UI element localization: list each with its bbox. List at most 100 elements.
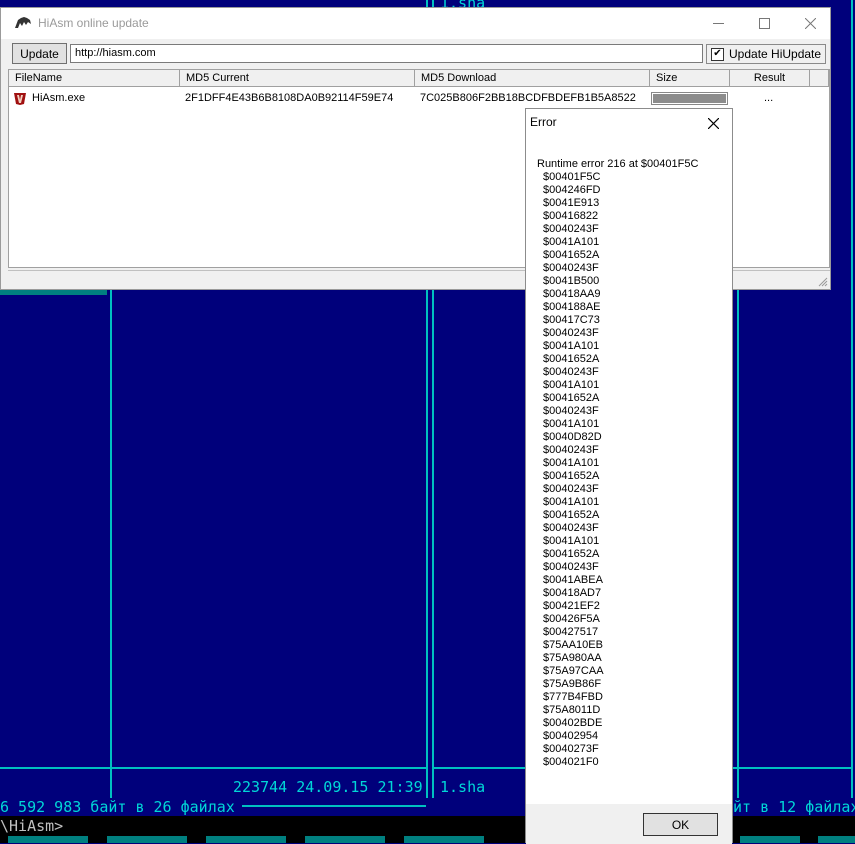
function-key[interactable] bbox=[305, 836, 385, 843]
stack-trace-address: $0040243F bbox=[543, 444, 599, 456]
stack-trace-address: $0041652A bbox=[543, 548, 600, 560]
cell-md5-download: 7C025B806F2BB18BCDFBDEFB1B5A8522 bbox=[420, 92, 636, 104]
function-key[interactable] bbox=[8, 836, 88, 843]
stack-trace-address: $00417C73 bbox=[543, 314, 600, 326]
stack-trace-address: $0041ABEA bbox=[543, 574, 603, 586]
checkbox-label: Update HiUpdate bbox=[729, 47, 822, 61]
panel-separator bbox=[733, 767, 851, 769]
panel-divider bbox=[110, 290, 112, 798]
file-info-line: 223744 24.09.15 21:39 bbox=[233, 778, 423, 796]
stack-trace-address: $0041A101 bbox=[543, 535, 600, 547]
function-key[interactable] bbox=[740, 836, 800, 843]
download-progress-bar bbox=[651, 92, 728, 105]
update-button[interactable]: Update bbox=[12, 43, 67, 64]
stack-trace-address: $00426F5A bbox=[543, 613, 600, 625]
error-message: Runtime error 216 at $00401F5C bbox=[537, 158, 699, 170]
command-prompt: \HiAsm> bbox=[0, 817, 64, 835]
stack-trace-address: $0040243F bbox=[543, 561, 599, 573]
stack-trace-address: $0040D82D bbox=[543, 431, 602, 443]
stack-trace-address: $75A8011D bbox=[543, 704, 601, 716]
title-bar[interactable]: HiAsm online update bbox=[1, 8, 830, 39]
minimize-icon bbox=[712, 23, 724, 24]
right-panel-summary: йт в 12 файлах bbox=[733, 798, 855, 816]
panel-frame bbox=[851, 0, 853, 798]
column-header-md5-download[interactable]: MD5 Download bbox=[415, 70, 650, 87]
column-header-filename[interactable]: FileName bbox=[9, 70, 180, 87]
hiasm-file-icon bbox=[14, 93, 26, 105]
close-icon bbox=[804, 18, 816, 29]
left-panel-summary: 6 592 983 байт в 26 файлах bbox=[0, 798, 235, 816]
dialog-title: Error bbox=[530, 115, 557, 129]
stack-trace-address: $00421EF2 bbox=[543, 600, 600, 612]
function-key[interactable] bbox=[107, 836, 187, 843]
checkbox-check-icon: ✔ bbox=[711, 47, 724, 61]
stack-trace-address: $00418AD7 bbox=[543, 587, 602, 599]
stack-trace-address: $0041A101 bbox=[543, 496, 600, 508]
stack-trace-address: $0041A101 bbox=[543, 379, 600, 391]
column-header-md5-current[interactable]: MD5 Current bbox=[180, 70, 415, 87]
stack-trace-address: $0041A101 bbox=[543, 457, 600, 469]
stack-trace-address: $00402954 bbox=[543, 730, 599, 742]
stack-trace-address: $0041652A bbox=[543, 392, 600, 404]
maximize-button[interactable] bbox=[741, 8, 787, 39]
column-header-result[interactable]: Result bbox=[730, 70, 810, 87]
hiasm-logo-icon bbox=[15, 17, 31, 28]
stack-trace-address: $0040243F bbox=[543, 483, 599, 495]
stack-trace-address: $0040243F bbox=[543, 366, 599, 378]
panel-separator bbox=[0, 767, 426, 769]
stack-trace-address: $00418AA9 bbox=[543, 288, 601, 300]
url-input[interactable]: http://hiasm.com bbox=[70, 44, 703, 63]
function-key[interactable] bbox=[818, 836, 855, 843]
window-title: HiAsm online update bbox=[38, 16, 149, 30]
stack-trace-address: $0041A101 bbox=[543, 236, 600, 248]
minimize-button[interactable] bbox=[695, 8, 741, 39]
stack-trace-address: $75AA10EB bbox=[543, 639, 603, 651]
stack-trace-address: $75A9B86F bbox=[543, 678, 602, 690]
stack-trace-address: $004188AE bbox=[543, 301, 601, 313]
stack-trace-address: $00402BDE bbox=[543, 717, 603, 729]
error-dialog: Error Runtime error 216 at $00401F5C $00… bbox=[525, 108, 733, 844]
maximize-icon bbox=[758, 18, 770, 29]
stack-trace-address: $0041B500 bbox=[543, 275, 600, 287]
function-key[interactable] bbox=[206, 836, 286, 843]
cell-filename: HiAsm.exe bbox=[32, 92, 86, 104]
panel-divider bbox=[737, 290, 739, 798]
progress-fill bbox=[653, 94, 726, 103]
stack-trace-address: $004021F0 bbox=[543, 756, 599, 768]
panel-separator bbox=[434, 767, 526, 769]
stack-trace-address: $0041652A bbox=[543, 470, 600, 482]
stack-trace-address: $00416822 bbox=[543, 210, 599, 222]
stack-trace-address: $004246FD bbox=[543, 184, 601, 196]
column-header-size[interactable]: Size bbox=[650, 70, 730, 87]
stack-trace-address: $0040243F bbox=[543, 327, 599, 339]
cell-md5-current: 2F1DFF4E43B6B8108DA0B92114F59E74 bbox=[185, 92, 394, 104]
stack-trace-address: $0041E913 bbox=[543, 197, 600, 209]
column-header-filler bbox=[810, 70, 829, 87]
stack-trace-address: $0040243F bbox=[543, 405, 599, 417]
dialog-close-button[interactable] bbox=[702, 112, 724, 134]
stack-trace-address: $0040243F bbox=[543, 262, 599, 274]
stack-trace-address: $0040243F bbox=[543, 223, 599, 235]
stack-trace-address: $777B4FBD bbox=[543, 691, 603, 703]
function-key[interactable] bbox=[404, 836, 484, 843]
ok-button[interactable]: OK bbox=[643, 813, 718, 836]
stack-trace-address: $75A980AA bbox=[543, 652, 602, 664]
stack-trace-address: $0040243F bbox=[543, 522, 599, 534]
close-button[interactable] bbox=[787, 8, 833, 39]
stack-trace-address: $0041652A bbox=[543, 509, 600, 521]
update-hiupdate-checkbox[interactable]: ✔ Update HiUpdate bbox=[706, 44, 826, 64]
stack-trace-address: $0040273F bbox=[543, 743, 599, 755]
stack-trace-list: $00401F5C $004246FD $0041E913 $00416822 $004… bbox=[543, 171, 604, 769]
cell-result: ... bbox=[764, 92, 774, 104]
stack-trace-address: $00401F5C bbox=[543, 171, 601, 183]
stack-trace-address: $0041652A bbox=[543, 249, 600, 261]
stack-trace-address: $0041A101 bbox=[543, 418, 600, 430]
file-info-name: 1.sha bbox=[440, 778, 486, 796]
stack-trace-address: $00427517 bbox=[543, 626, 599, 638]
stack-trace-address: $0041652A bbox=[543, 353, 600, 365]
stack-trace-address: $75A97CAA bbox=[543, 665, 604, 677]
panel-bottom-border bbox=[242, 805, 426, 807]
resize-grip-icon[interactable] bbox=[818, 277, 828, 287]
stack-trace-address: $0041A101 bbox=[543, 340, 600, 352]
close-icon bbox=[707, 117, 719, 129]
